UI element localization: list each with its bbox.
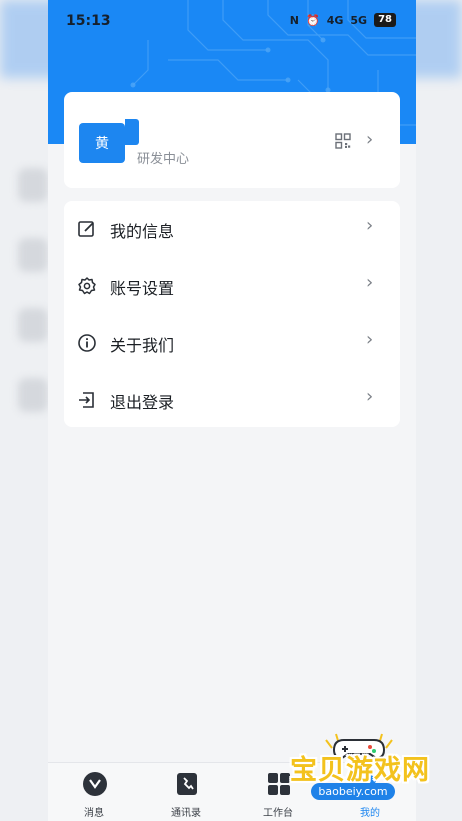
profile-card[interactable]: 黄 研发中心 › [64,92,400,188]
edit-icon [78,221,94,237]
menu-item-label: 账号设置 [110,279,175,298]
chevron-right-icon: › [366,272,374,293]
settings-menu: 我的信息 › 账号设置 › 关于我们 › 退出登录 › [64,201,400,427]
watermark-url: baobeiy.com [311,783,395,800]
watermark-title: 宝贝游戏网 [290,755,430,786]
signal-4g-icon: 4G [326,13,344,27]
tab-label: 消息 [84,808,104,819]
menu-item-my-info[interactable]: 我的信息 › [64,201,400,257]
tab-contacts[interactable]: 通讯录 [140,763,232,821]
workbench-icon [268,773,290,795]
tab-messages[interactable]: 消息 [48,763,140,821]
status-indicators: N ⏰ 4G 5G 78 [290,13,396,27]
message-icon [83,772,107,796]
phone-screen: 15:13 N ⏰ 4G 5G 78 黄 研发中心 › 我的信息 › 账号设置 … [48,0,416,821]
tab-label: 我的 [360,808,380,819]
nfc-icon: N [289,13,299,27]
menu-item-label: 退出登录 [110,393,175,412]
department-label: 研发中心 [137,152,190,167]
chevron-right-icon: › [366,215,374,236]
chevron-right-icon: › [366,386,374,407]
tab-label: 通讯录 [171,808,201,819]
menu-item-label: 我的信息 [110,222,175,241]
chevron-right-icon: › [366,129,374,150]
signal-5g-icon: 5G [350,13,368,27]
alarm-icon: ⏰ [306,13,320,27]
menu-item-account-settings[interactable]: 账号设置 › [64,258,400,314]
battery-indicator: 78 [374,13,396,27]
qr-code-icon[interactable] [335,133,351,149]
menu-item-about-us[interactable]: 关于我们 › [64,315,400,371]
avatar-tab [125,119,139,145]
tab-label: 工作台 [263,808,293,819]
menu-item-logout[interactable]: 退出登录 › [64,372,400,428]
logout-icon [79,392,94,408]
info-icon [78,334,96,352]
status-time: 15:13 [66,13,111,29]
chevron-right-icon: › [366,329,374,350]
menu-item-label: 关于我们 [110,336,175,355]
contacts-icon [177,773,197,795]
gear-icon [78,277,96,295]
status-bar: 15:13 N ⏰ 4G 5G 78 [48,0,416,40]
avatar: 黄 [79,123,125,163]
